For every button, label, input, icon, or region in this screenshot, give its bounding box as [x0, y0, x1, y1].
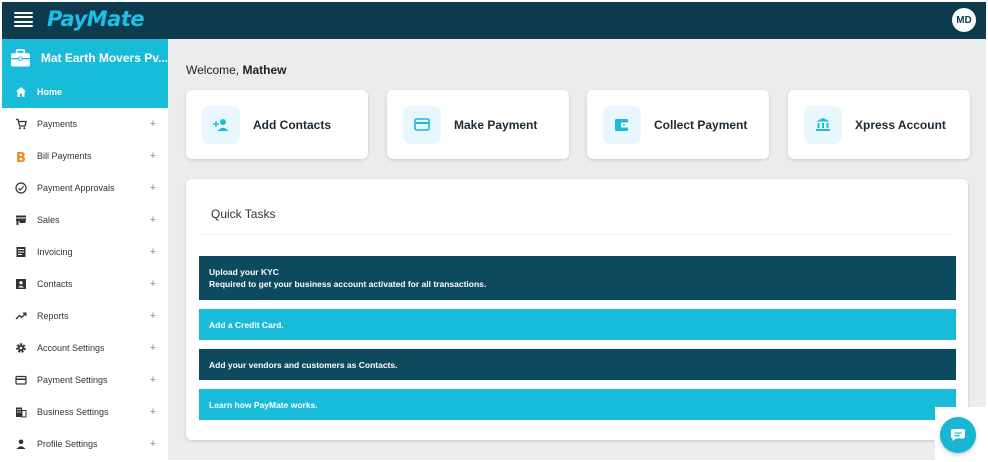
trending-icon [14, 310, 27, 323]
svg-text:B: B [16, 151, 26, 163]
home-icon [14, 86, 27, 99]
sidebar-item-label: Contacts [37, 279, 73, 289]
store-icon [14, 214, 27, 227]
sidebar-item-label: Payment Settings [37, 375, 108, 385]
cart-icon [14, 118, 27, 131]
building-icon [14, 406, 27, 419]
sidebar-item-label: Business Settings [37, 407, 109, 417]
panel-title: Quick Tasks [211, 207, 276, 221]
add-person-icon [202, 105, 240, 144]
briefcase-icon [10, 48, 30, 67]
sidebar-item-label: Sales [37, 215, 60, 225]
bank-icon [804, 105, 842, 144]
sidebar-item-invoicing[interactable]: Invoicing + [2, 236, 168, 268]
sidebar-item-bill-payments[interactable]: B Bill Payments + [2, 140, 168, 172]
org-switcher[interactable]: Mat Earth Movers Pv... [2, 39, 168, 76]
contact-card-icon [14, 278, 27, 291]
sidebar-item-payment-settings[interactable]: Payment Settings + [2, 364, 168, 396]
sidebar-item-label: Bill Payments [37, 151, 92, 161]
sidebar-item-label: Reports [37, 311, 69, 321]
expand-icon[interactable]: + [148, 182, 158, 194]
xpress-account-card[interactable]: Xpress Account [788, 90, 970, 159]
app-window: PayMate MD Mat Earth Movers Pv... Home P… [2, 2, 986, 460]
quick-tasks-panel: Quick Tasks Upload your KYC Required to … [186, 179, 968, 440]
add-contacts-card[interactable]: Add Contacts [186, 90, 368, 159]
brand-logo[interactable]: PayMate [47, 7, 145, 31]
sidebar-item-label: Profile Settings [37, 439, 98, 449]
expand-icon[interactable]: + [148, 214, 158, 226]
sidebar-item-home[interactable]: Home [2, 76, 168, 108]
expand-icon[interactable]: + [148, 438, 158, 450]
sidebar-item-payments[interactable]: Payments + [2, 108, 168, 140]
sidebar-item-sales[interactable]: Sales + [2, 204, 168, 236]
sidebar: Mat Earth Movers Pv... Home Payments + B… [2, 39, 168, 460]
sidebar-item-label: Account Settings [37, 343, 105, 353]
sidebar-item-label: Payment Approvals [37, 183, 115, 193]
card-label: Add Contacts [253, 117, 331, 132]
expand-icon[interactable]: + [148, 310, 158, 322]
expand-icon[interactable]: + [148, 150, 158, 162]
person-icon [14, 438, 27, 451]
task-add-credit-card[interactable]: Add a Credit Card. [199, 309, 956, 340]
task-title: Add your vendors and customers as Contac… [209, 359, 398, 370]
task-subtitle: Required to get your business account ac… [209, 279, 487, 289]
gear-icon [14, 342, 27, 355]
expand-icon[interactable]: + [148, 118, 158, 130]
sidebar-item-payment-approvals[interactable]: Payment Approvals + [2, 172, 168, 204]
task-add-contacts[interactable]: Add your vendors and customers as Contac… [199, 349, 956, 380]
expand-icon[interactable]: + [148, 278, 158, 290]
avatar[interactable]: MD [952, 8, 976, 32]
divider [200, 234, 954, 235]
make-payment-card[interactable]: Make Payment [387, 90, 569, 159]
card-icon [403, 105, 441, 144]
sidebar-item-label: Invoicing [37, 247, 73, 257]
sidebar-item-profile-settings[interactable]: Profile Settings + [2, 428, 168, 460]
task-title: Upload your KYC [209, 267, 279, 277]
org-name: Mat Earth Movers Pv... [40, 50, 168, 65]
sidebar-item-account-settings[interactable]: Account Settings + [2, 332, 168, 364]
card-label: Xpress Account [855, 117, 946, 132]
user-name: Mathew [242, 63, 287, 77]
sidebar-item-contacts[interactable]: Contacts + [2, 268, 168, 300]
expand-icon[interactable]: + [148, 246, 158, 258]
chat-icon [951, 429, 965, 441]
sidebar-item-reports[interactable]: Reports + [2, 300, 168, 332]
task-upload-kyc[interactable]: Upload your KYC Required to get your bus… [199, 256, 956, 300]
expand-icon[interactable]: + [148, 342, 158, 354]
sidebar-item-business-settings[interactable]: Business Settings + [2, 396, 168, 428]
bill-icon: B [14, 150, 27, 163]
expand-icon[interactable]: + [148, 374, 158, 386]
chat-button[interactable] [940, 417, 976, 453]
card-label: Make Payment [454, 117, 538, 132]
card-label: Collect Payment [654, 117, 748, 132]
chat-widget [935, 407, 986, 460]
hamburger-menu-icon[interactable] [14, 12, 33, 27]
document-icon [14, 246, 27, 259]
sidebar-item-label: Payments [37, 119, 78, 129]
welcome-message: Welcome, Mathew [186, 63, 287, 77]
task-title: Learn how PayMate works. [209, 399, 318, 410]
top-bar: PayMate MD [2, 2, 986, 39]
check-circle-icon [14, 182, 27, 195]
expand-icon[interactable]: + [148, 406, 158, 418]
wallet-icon [603, 105, 641, 144]
task-learn-paymate[interactable]: Learn how PayMate works. [199, 389, 956, 420]
sidebar-item-label: Home [37, 87, 63, 97]
welcome-prefix: Welcome, [186, 63, 240, 77]
task-title: Add a Credit Card. [209, 319, 284, 330]
credit-card-icon [14, 374, 27, 387]
collect-payment-card[interactable]: Collect Payment [587, 90, 769, 159]
